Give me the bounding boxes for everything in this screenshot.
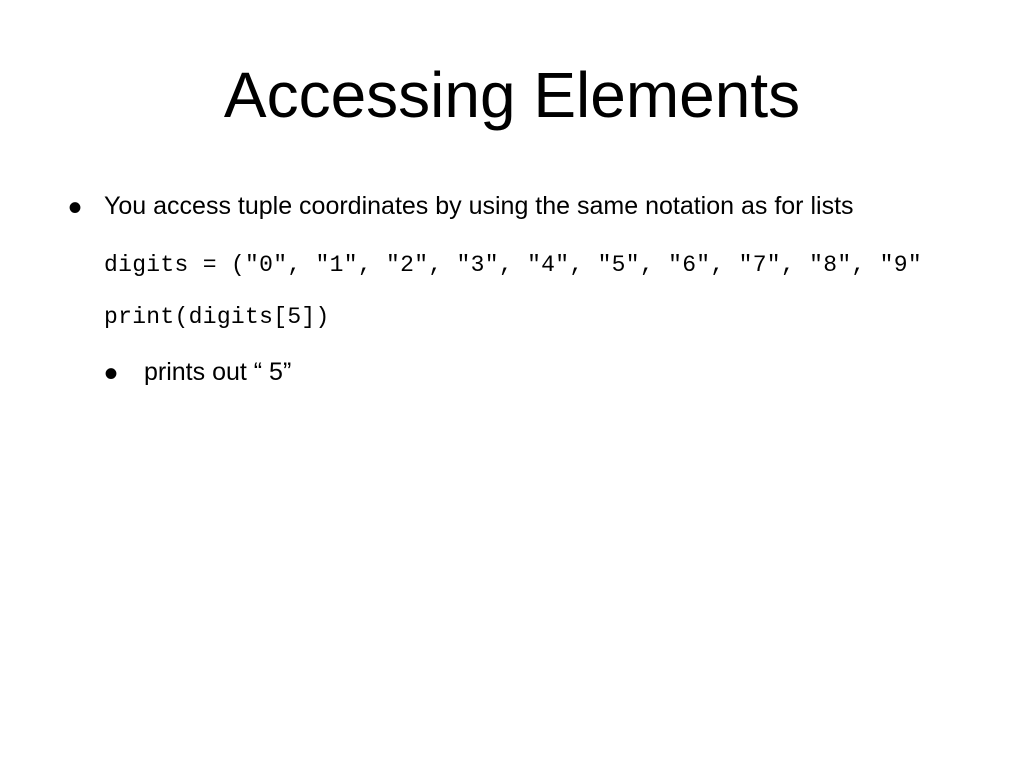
bullet-item-1: • You access tuple coordinates by using … xyxy=(68,190,1014,224)
code-line-1: digits = ("0", "1", "2", "3", "4", "5", … xyxy=(104,252,1014,278)
slide-content: • You access tuple coordinates by using … xyxy=(68,190,1014,390)
bullet-text-1: You access tuple coordinates by using th… xyxy=(104,190,854,224)
bullet-text-2: prints out “ 5” xyxy=(144,356,291,390)
slide: Accessing Elements • You access tuple co… xyxy=(0,0,1024,768)
bullet-icon: • xyxy=(104,362,122,386)
bullet-icon: • xyxy=(68,196,86,220)
bullet-item-2: • prints out “ 5” xyxy=(104,356,1014,390)
slide-title: Accessing Elements xyxy=(0,58,1024,132)
code-line-2: print(digits[5]) xyxy=(104,304,1014,330)
